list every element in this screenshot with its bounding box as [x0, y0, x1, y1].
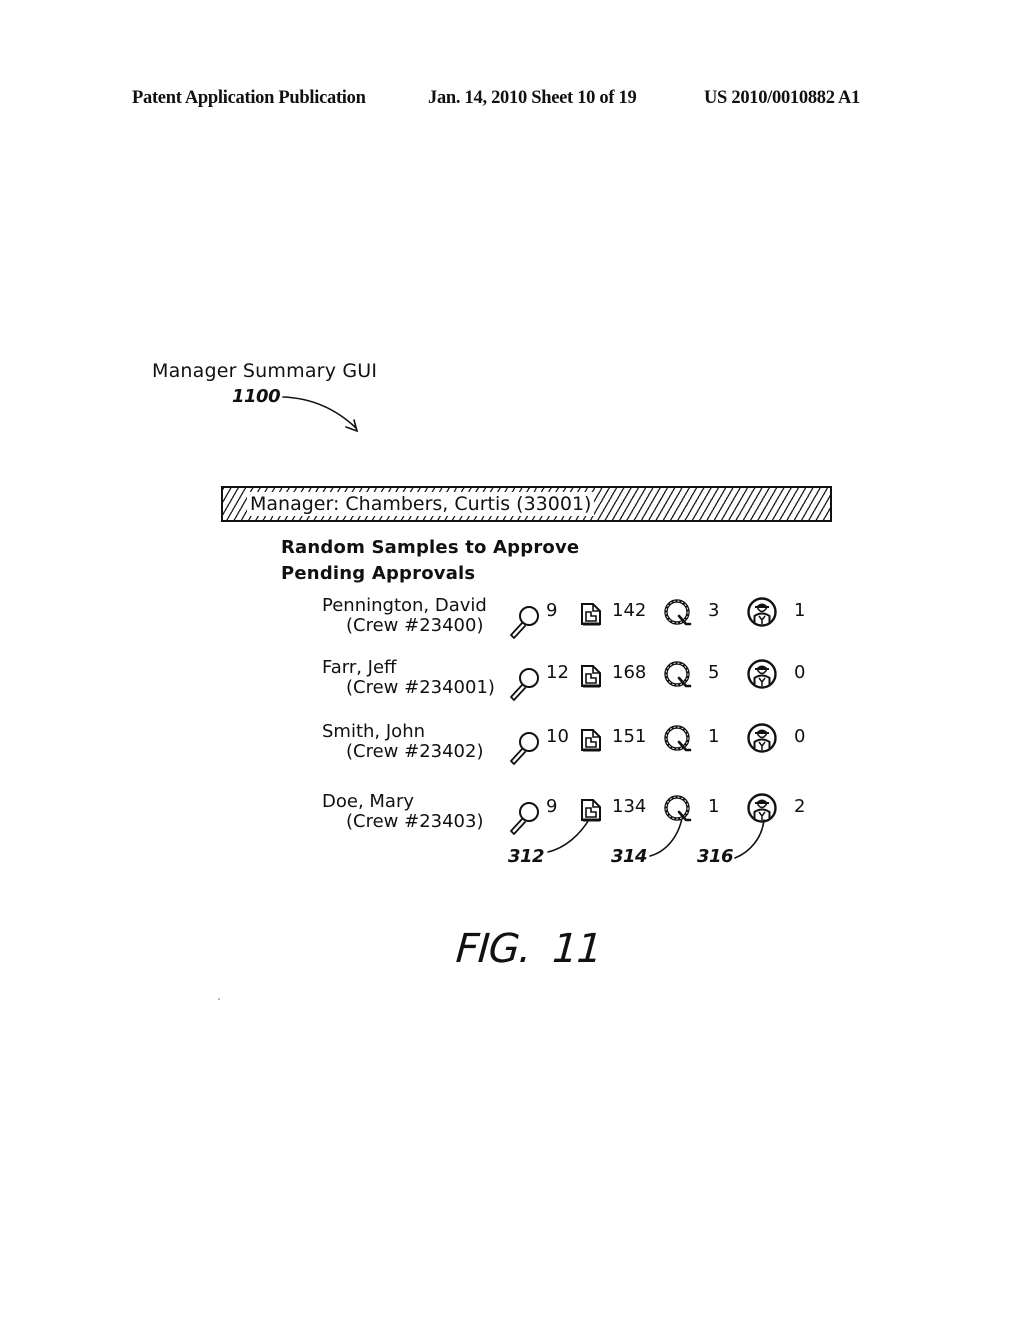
crew-leader-name: Smith, John	[322, 721, 426, 742]
scan-artifact	[218, 998, 220, 1000]
documents-count: 168	[612, 662, 647, 683]
crew-number: (Crew #23402)	[346, 741, 484, 762]
worker-badge-icon[interactable]	[746, 658, 778, 690]
document-icon[interactable]	[580, 798, 602, 822]
ref-numeral-316: 316	[697, 846, 734, 867]
crew-row[interactable]: Pennington, David (Crew #23400) 9 142 3	[320, 596, 820, 646]
arrow-1100-line	[282, 396, 357, 429]
page-header: Patent Application Publication Jan. 14, …	[0, 88, 1024, 116]
personnel-count: 0	[794, 726, 806, 747]
crew-number: (Crew #23400)	[346, 615, 484, 636]
samples-count: 12	[546, 662, 569, 683]
samples-count: 10	[546, 726, 569, 747]
gui-title-label: Manager Summary GUI	[152, 360, 378, 382]
documents-count: 142	[612, 600, 647, 621]
document-icon[interactable]	[580, 664, 602, 688]
samples-count: 9	[546, 600, 558, 621]
q-badge-icon[interactable]	[664, 661, 692, 689]
worker-badge-icon[interactable]	[746, 792, 778, 824]
quality-count: 5	[708, 662, 720, 683]
patent-number: US 2010/0010882 A1	[704, 88, 860, 108]
figure-caption-number: 11	[550, 926, 604, 972]
document-icon[interactable]	[580, 728, 602, 752]
publication-label: Patent Application Publication	[132, 88, 366, 108]
personnel-count: 0	[794, 662, 806, 683]
manager-header-bar: Manager: Chambers, Curtis (33001)	[221, 486, 832, 522]
magnifier-icon[interactable]	[506, 666, 542, 702]
figure-caption: FIG. 11	[454, 926, 603, 972]
crew-leader-name: Pennington, David	[322, 595, 487, 616]
worker-badge-icon[interactable]	[746, 722, 778, 754]
samples-count: 9	[546, 796, 558, 817]
magnifier-icon[interactable]	[506, 730, 542, 766]
documents-count: 151	[612, 726, 647, 747]
figure-caption-prefix: FIG.	[454, 926, 533, 972]
crew-row[interactable]: Smith, John (Crew #23402) 10 151 1 0	[320, 722, 820, 772]
crew-row[interactable]: Doe, Mary (Crew #23403) 9 134 1 2	[320, 792, 820, 842]
personnel-count: 1	[794, 600, 806, 621]
q-badge-icon[interactable]	[664, 795, 692, 823]
q-badge-icon[interactable]	[664, 725, 692, 753]
magnifier-icon[interactable]	[506, 800, 542, 836]
ref-numeral-1100: 1100	[232, 386, 281, 407]
crew-leader-name: Farr, Jeff	[322, 657, 397, 678]
personnel-count: 2	[794, 796, 806, 817]
quality-count: 3	[708, 600, 720, 621]
arrow-1100-head	[345, 419, 359, 433]
magnifier-icon[interactable]	[506, 604, 542, 640]
quality-count: 1	[708, 726, 720, 747]
q-badge-icon[interactable]	[664, 599, 692, 627]
date-sheet-label: Jan. 14, 2010 Sheet 10 of 19	[428, 88, 637, 108]
worker-badge-icon[interactable]	[746, 596, 778, 628]
crew-row[interactable]: Farr, Jeff (Crew #234001) 12 168 5 0	[320, 658, 820, 708]
quality-count: 1	[708, 796, 720, 817]
random-samples-link[interactable]: Random Samples to Approve	[281, 537, 579, 558]
document-icon[interactable]	[580, 602, 602, 626]
crew-number: (Crew #23403)	[346, 811, 484, 832]
ref-numeral-312: 312	[508, 846, 545, 867]
pending-approvals-link[interactable]: Pending Approvals	[281, 563, 475, 584]
manager-name-label: Manager: Chambers, Curtis (33001)	[247, 492, 595, 516]
crew-leader-name: Doe, Mary	[322, 791, 415, 812]
documents-count: 134	[612, 796, 647, 817]
ref-numeral-314: 314	[611, 846, 648, 867]
crew-number: (Crew #234001)	[346, 677, 495, 698]
